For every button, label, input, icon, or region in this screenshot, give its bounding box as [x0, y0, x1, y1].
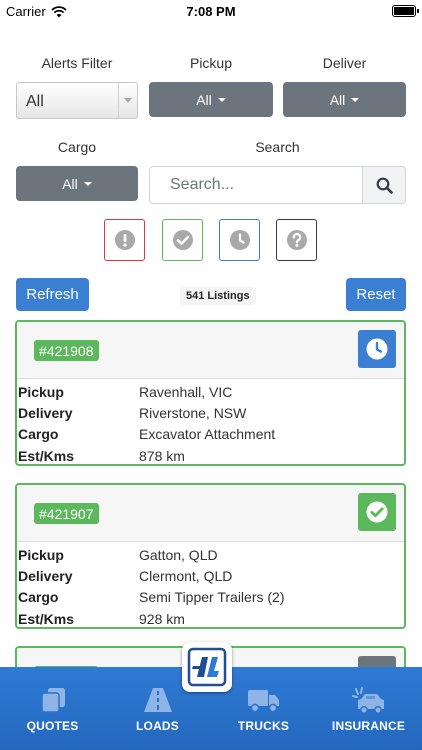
- est-kms-value: 878 km: [139, 447, 185, 464]
- listings-count-badge: 541 Listings: [180, 287, 256, 305]
- pickup-value: Gatton, QLD: [139, 546, 218, 563]
- select-divider: [118, 83, 119, 118]
- field-label: Delivery: [18, 568, 73, 585]
- car-crash-icon: [351, 687, 384, 714]
- pickup-filter-label: Pickup: [189, 55, 233, 71]
- chevron-down-icon: [124, 98, 132, 103]
- filter-alert-button[interactable]: [104, 219, 145, 261]
- field-label: Pickup: [18, 546, 64, 563]
- cargo-dropdown-value: All: [62, 175, 78, 192]
- listing-row-pickup: Pickup Ravenhall, VIC: [17, 381, 404, 402]
- status-bar: Carrier 7:08 PM: [0, 0, 422, 22]
- listing-id-badge: #421908: [34, 340, 99, 361]
- clock-icon: [366, 338, 388, 360]
- listing-status-button[interactable]: [358, 330, 396, 368]
- tab-label: LOADS: [136, 719, 179, 733]
- listing-row-delivery: Delivery Riverstone, NSW: [17, 402, 404, 423]
- tab-label: QUOTES: [26, 719, 79, 733]
- caret-down-icon: [217, 97, 226, 102]
- field-label: Est/Kms: [18, 447, 75, 464]
- battery-icon: [392, 5, 419, 17]
- pickup-dropdown-button[interactable]: All: [149, 82, 273, 117]
- listing-details: Pickup Ravenhall, VIC Delivery Riverston…: [17, 379, 404, 464]
- search-icon: [376, 177, 393, 194]
- app-logo-button[interactable]: [182, 642, 232, 692]
- delivery-value: Clermont, QLD: [139, 568, 233, 585]
- est-kms-value: 928 km: [139, 610, 185, 627]
- road-icon: [143, 688, 172, 712]
- alerts-filter-label: Alerts Filter: [41, 55, 113, 71]
- filter-question-button[interactable]: [276, 219, 317, 261]
- tab-quotes[interactable]: QUOTES: [0, 667, 105, 750]
- tab-label: TRUCKS: [237, 719, 290, 733]
- listing-row-cargo: Cargo Excavator Attachment: [17, 424, 404, 445]
- check-icon: [172, 230, 193, 250]
- listing-row-est-kms: Est/Kms 928 km: [17, 608, 404, 627]
- caret-down-icon: [351, 97, 360, 102]
- cargo-filter-label: Cargo: [57, 139, 97, 155]
- tab-label: INSURANCE: [331, 719, 406, 733]
- field-label: Delivery: [18, 405, 73, 422]
- listing-row-delivery: Delivery Clermont, QLD: [17, 565, 404, 586]
- alert-icon: [114, 230, 135, 250]
- deliver-dropdown-button[interactable]: All: [283, 82, 406, 117]
- quotes-icon: [40, 688, 65, 713]
- clock-icon: [229, 230, 250, 250]
- alerts-filter-select[interactable]: All: [16, 82, 138, 119]
- search-input[interactable]: [150, 167, 363, 203]
- field-label: Cargo: [18, 589, 59, 606]
- filter-check-button[interactable]: [162, 219, 203, 261]
- cargo-dropdown-button[interactable]: All: [16, 166, 138, 201]
- truck-icon: [247, 690, 279, 713]
- reset-button[interactable]: Reset: [346, 278, 406, 311]
- pickup-value: Ravenhall, VIC: [139, 383, 233, 400]
- delivery-value: Riverstone, NSW: [139, 405, 247, 422]
- listing-row-cargo: Cargo Semi Tipper Trailers (2): [17, 587, 404, 608]
- listing-details: Pickup Gatton, QLD Delivery Clermont, QL…: [17, 542, 404, 627]
- check-icon: [366, 501, 388, 523]
- deliver-dropdown-value: All: [329, 91, 346, 108]
- tab-insurance[interactable]: INSURANCE: [316, 667, 421, 750]
- listing-status-button[interactable]: [358, 493, 396, 531]
- field-label: Pickup: [18, 383, 64, 400]
- alerts-filter-value: All: [26, 93, 44, 110]
- filter-clock-button[interactable]: [219, 219, 260, 261]
- status-time: 7:08 PM: [186, 4, 236, 19]
- pickup-dropdown-value: All: [196, 91, 212, 108]
- search-group: [149, 166, 406, 204]
- field-label: Cargo: [18, 426, 59, 443]
- field-label: Est/Kms: [18, 610, 75, 627]
- deliver-filter-label: Deliver: [322, 55, 367, 71]
- search-label: Search: [255, 139, 300, 155]
- listing-row-est-kms: Est/Kms 878 km: [17, 445, 404, 464]
- listing-card[interactable]: #421907 Pickup Gatton, QLD Delivery Cler…: [15, 483, 406, 629]
- listing-card-header: #421908: [17, 322, 404, 379]
- caret-down-icon: [83, 181, 92, 186]
- listing-row-pickup: Pickup Gatton, QLD: [17, 544, 404, 565]
- cargo-value: Excavator Attachment: [139, 426, 276, 443]
- listing-card[interactable]: #421908 Pickup Ravenhall, VIC Delivery R…: [15, 320, 406, 466]
- search-button[interactable]: [362, 167, 405, 203]
- refresh-button[interactable]: Refresh: [16, 278, 89, 311]
- app-logo-icon: [187, 647, 227, 687]
- listing-card-header: #421907: [17, 485, 404, 542]
- listing-id-badge: #421907: [34, 503, 99, 524]
- cargo-value: Semi Tipper Trailers (2): [139, 589, 285, 606]
- question-icon: [286, 230, 307, 250]
